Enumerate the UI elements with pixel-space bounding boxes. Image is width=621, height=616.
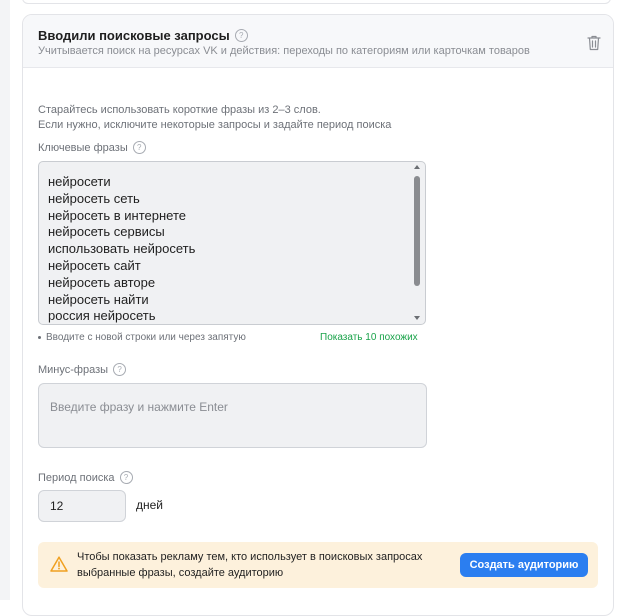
warning-triangle-icon bbox=[50, 556, 68, 572]
period-label-row: Период поиска ? bbox=[38, 471, 133, 484]
keyword-item: нейросети bbox=[48, 174, 111, 189]
warning-banner: Чтобы показать рекламу тем, кто использу… bbox=[38, 542, 598, 588]
previous-card-edge bbox=[22, 0, 611, 4]
card-title-row: Вводили поисковые запросы ? bbox=[38, 28, 248, 43]
card-header: Вводили поисковые запросы ? Учитывается … bbox=[23, 15, 613, 68]
keyword-item: нейросеть сервисы bbox=[48, 224, 165, 240]
keywords-textarea[interactable]: нейросети нейросеть сеть нейросеть в инт… bbox=[38, 161, 426, 325]
keyword-item: нейросеть в интернете bbox=[48, 207, 187, 223]
help-icon[interactable]: ? bbox=[234, 29, 248, 42]
keyword-item: нейросеть сеть bbox=[48, 190, 140, 206]
minus-phrases-input[interactable] bbox=[50, 400, 415, 414]
keyword-item: нейросеть найти bbox=[48, 291, 149, 307]
minus-phrases-field[interactable] bbox=[38, 383, 427, 448]
search-queries-card: Вводили поисковые запросы ? Учитывается … bbox=[22, 14, 614, 616]
minus-label: Минус-фразы bbox=[38, 363, 109, 376]
help-icon[interactable]: ? bbox=[113, 363, 127, 376]
keywords-list: нейросети нейросеть сеть нейросеть в инт… bbox=[48, 174, 196, 324]
bullet-dot-icon bbox=[38, 336, 41, 339]
keyword-item: нейросеть сайт bbox=[48, 257, 141, 273]
keywords-scrollbar[interactable] bbox=[411, 162, 423, 324]
period-input[interactable] bbox=[50, 499, 114, 513]
keyword-item: использовать нейросеть bbox=[48, 241, 196, 257]
keywords-input-hint: Вводите с новой строки или через запятую bbox=[38, 332, 246, 343]
keywords-label-row: Ключевые фразы ? bbox=[38, 141, 146, 154]
keyword-item: нейросеть авторе bbox=[48, 274, 156, 290]
help-icon[interactable]: ? bbox=[132, 141, 146, 154]
keyword-item: россия нейросеть bbox=[48, 308, 156, 324]
help-icon[interactable]: ? bbox=[119, 471, 133, 484]
minus-label-row: Минус-фразы ? bbox=[38, 363, 127, 376]
period-field[interactable] bbox=[38, 490, 126, 522]
keywords-label: Ключевые фразы bbox=[38, 141, 128, 154]
left-sidebar-strip bbox=[0, 0, 10, 600]
card-subtitle: Учитывается поиск на ресурсах VK и дейст… bbox=[38, 45, 530, 57]
usage-hint-line-2: Если нужно, исключите некоторые запросы … bbox=[38, 119, 392, 131]
usage-hint: Старайтесь использовать короткие фразы и… bbox=[38, 103, 391, 133]
scroll-down-arrow-icon[interactable] bbox=[414, 316, 420, 320]
scroll-up-arrow-icon[interactable] bbox=[414, 165, 420, 169]
trash-icon[interactable] bbox=[587, 35, 601, 51]
warning-text: Чтобы показать рекламу тем, кто использу… bbox=[77, 551, 423, 579]
period-label: Период поиска bbox=[38, 471, 115, 484]
period-unit: дней bbox=[136, 498, 164, 512]
keywords-input-hint-text: Вводите с новой строки или через запятую bbox=[46, 332, 246, 343]
usage-hint-line-1: Старайтесь использовать короткие фразы и… bbox=[38, 104, 321, 116]
scrollbar-thumb[interactable] bbox=[414, 176, 420, 286]
show-similar-link[interactable]: Показать 10 похожих bbox=[320, 332, 418, 343]
card-title: Вводили поисковые запросы bbox=[38, 28, 230, 43]
create-audience-button[interactable]: Создать аудиторию bbox=[460, 553, 588, 577]
